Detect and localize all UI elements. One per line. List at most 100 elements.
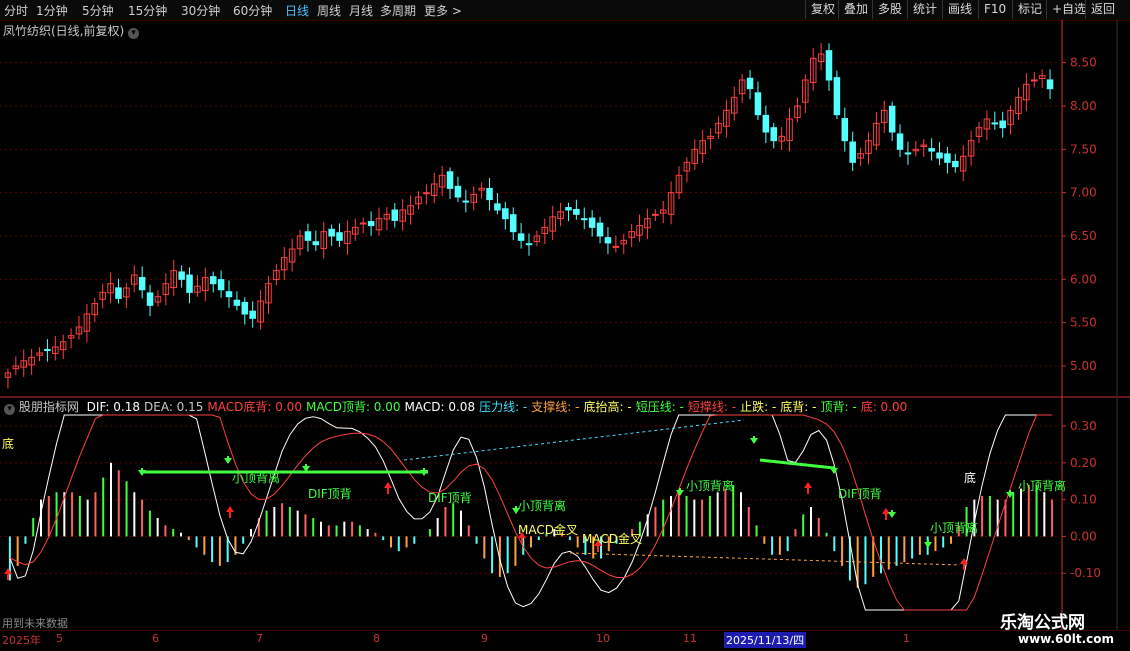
candle (91, 298, 99, 323)
candle (612, 235, 620, 253)
signal-label: 小顶背离 (1018, 478, 1066, 493)
candle (683, 157, 691, 183)
candle (59, 334, 67, 360)
candle (1031, 72, 1038, 88)
f10-button[interactable]: F10 (978, 0, 1011, 19)
support-line (569, 552, 961, 566)
chevron-down-icon[interactable]: ▾ (128, 28, 140, 39)
candle (849, 131, 856, 171)
watermark-url: www.60lt.com (1018, 632, 1115, 646)
tab-weekly[interactable]: 周线 (317, 2, 341, 19)
candle (959, 145, 967, 182)
candle (454, 176, 462, 202)
candle (754, 81, 762, 120)
candle (936, 142, 943, 166)
arrow-up-icon (384, 482, 392, 488)
candle (146, 284, 154, 317)
candle (628, 223, 635, 247)
candle (1046, 69, 1054, 99)
candle (794, 97, 801, 123)
candle (415, 191, 422, 210)
tab-multi-period[interactable]: 多周期 (380, 2, 416, 19)
candle (865, 132, 872, 165)
tab-more[interactable]: 更多 > (424, 2, 462, 19)
candle (383, 207, 391, 231)
price-tick-label: 8.00 (1070, 99, 1097, 113)
candle (44, 339, 51, 362)
arrow-down-icon (750, 438, 758, 444)
price-tick-label: 5.00 (1070, 359, 1097, 373)
indicator-legend-item: 底: 0.00 (860, 400, 908, 414)
candle (352, 218, 359, 241)
candle (470, 186, 478, 211)
indicator-name[interactable]: 股朋指标网 (19, 400, 79, 414)
tab-60min[interactable]: 60分钟 (233, 2, 272, 19)
candle (257, 289, 264, 330)
top-toolbar: 分时 1分钟 5分钟 15分钟 30分钟 60分钟 日线 周线 月线 多周期 更… (0, 0, 1130, 21)
candle (565, 202, 572, 222)
candle (912, 141, 920, 157)
chart-canvas[interactable]: 8.50 8.00 7.50 7.00 6.50 6.00 5.50 5.00 0.30 0.2… (0, 20, 1130, 630)
mark-button[interactable]: 标记 (1012, 0, 1047, 19)
tab-15min[interactable]: 15分钟 (128, 2, 167, 19)
candle (699, 129, 706, 164)
candle (115, 278, 122, 304)
chart-title: 凤竹纺织(日线,前复权) ▾ (3, 22, 140, 39)
candle (273, 264, 280, 286)
indicator-yaxis: 0.30 0.20 0.10 0.00 -0.10 (1062, 419, 1101, 580)
grid-lines (0, 20, 1130, 630)
tab-30min[interactable]: 30分钟 (181, 2, 220, 19)
tab-1min[interactable]: 1分钟 (36, 2, 68, 19)
price-tick-label: 6.50 (1070, 229, 1097, 243)
candle (12, 356, 20, 376)
indicator-legend-item: MACD: 0.08 (404, 400, 476, 414)
tab-5min[interactable]: 5分钟 (82, 2, 114, 19)
candle (604, 227, 612, 255)
candle (920, 139, 928, 157)
stock-title: 凤竹纺织(日线,前复权) (3, 24, 125, 38)
indicator-tick-label: 0.10 (1070, 493, 1097, 507)
future-data-note: 用到未来数据 (2, 617, 68, 630)
candle (723, 99, 730, 138)
year-label: 2025年 (2, 634, 41, 647)
signal-label: MACD金叉 (518, 522, 578, 537)
candle (4, 368, 12, 389)
candle (786, 107, 793, 152)
date-axis: 2025年 5 6 7 8 9 10 11 1 2025/11/13/四 (0, 630, 1130, 651)
stats-button[interactable]: 统计 (907, 0, 942, 19)
draw-line-button[interactable]: 画线 (942, 0, 977, 19)
tab-timeshare[interactable]: 分时 (4, 2, 28, 19)
back-button[interactable]: 返回 (1085, 0, 1120, 19)
overlay-button[interactable]: 叠加 (838, 0, 873, 19)
candle (944, 146, 951, 174)
tab-monthly[interactable]: 月线 (349, 2, 373, 19)
arrow-down-icon (888, 512, 896, 518)
indicator-legend-item: 压力线: - (479, 400, 528, 414)
collapse-icon[interactable]: ▾ (4, 404, 15, 415)
candle (588, 210, 596, 237)
indicator-legend-item: 短撑线: - (687, 400, 737, 414)
candle (691, 139, 699, 171)
candle (312, 230, 320, 251)
candle (217, 270, 225, 298)
candle (186, 267, 193, 304)
multi-stock-button[interactable]: 多股 (872, 0, 907, 19)
arrow-down-icon (924, 542, 932, 548)
indicator-legend-item: MACD底背: 0.00 (207, 400, 302, 414)
month-label: 6 (152, 632, 159, 645)
candle (20, 349, 27, 377)
restore-rights-button[interactable]: 复权 (805, 0, 840, 19)
candle (809, 48, 817, 91)
candle (344, 220, 351, 255)
candle (833, 70, 841, 120)
candle (391, 202, 399, 228)
candle (1038, 69, 1046, 89)
candle (904, 141, 912, 165)
indicator-legend-item: 顶背: - (820, 400, 857, 414)
resistance-line (759, 458, 835, 470)
price-tick-label: 8.50 (1070, 56, 1097, 70)
candle (446, 167, 454, 200)
candle (131, 265, 138, 293)
tab-daily[interactable]: 日线 (285, 2, 309, 19)
candle (399, 199, 406, 231)
